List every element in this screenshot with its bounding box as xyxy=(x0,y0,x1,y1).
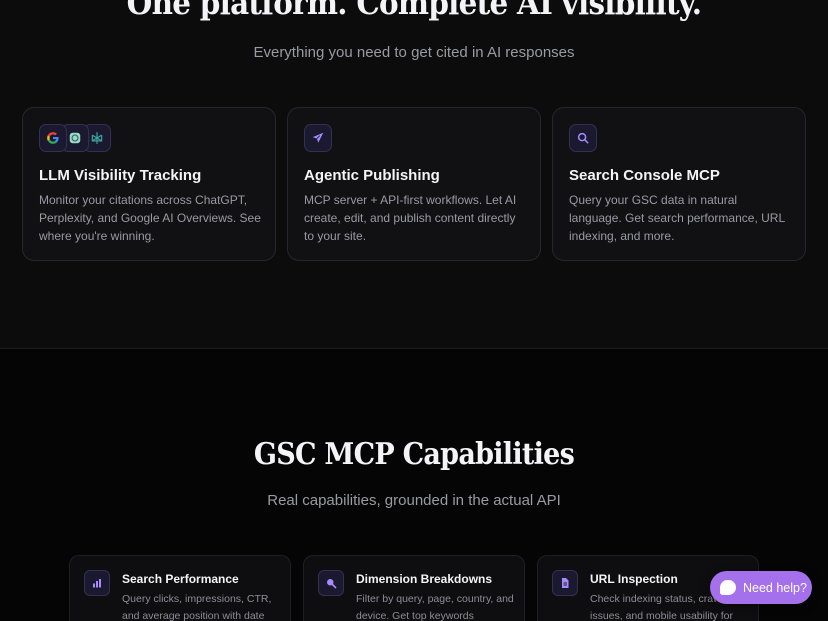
feature-title: Search Console MCP xyxy=(569,167,720,184)
need-help-label: Need help? xyxy=(743,580,807,595)
bar-chart-icon xyxy=(84,570,110,596)
need-help-button[interactable]: Need help? xyxy=(710,571,812,604)
capability-title: Dimension Breakdowns xyxy=(356,572,493,586)
document-icon xyxy=(552,570,578,596)
capabilities-section: GSC MCP Capabilities Real capabilities, … xyxy=(0,349,828,621)
google-icon xyxy=(39,124,67,152)
features-section: One platform. Complete AI visibility. Ev… xyxy=(0,0,828,348)
feature-description: Query your GSC data in natural language.… xyxy=(569,193,785,243)
feature-title: LLM Visibility Tracking xyxy=(39,167,202,184)
llm-logo-stack xyxy=(39,124,113,152)
capability-description: Filter by query, page, country, and devi… xyxy=(356,593,514,621)
hero-title: One platform. Complete AI visibility. xyxy=(126,0,702,22)
search-icon xyxy=(569,124,597,152)
feature-description: MCP server + API-first workflows. Let AI… xyxy=(304,193,517,243)
feature-card-llm-visibility: LLM Visibility Tracking Monitor your cit… xyxy=(22,107,276,261)
feature-card-search-console-mcp: Search Console MCP Query your GSC data i… xyxy=(552,107,806,261)
capabilities-subtitle: Real capabilities, grounded in the actua… xyxy=(267,492,561,509)
capability-title: URL Inspection xyxy=(590,572,678,586)
capability-card-search-performance: Search Performance Query clicks, impress… xyxy=(69,555,291,621)
feature-title: Agentic Publishing xyxy=(304,167,440,184)
chat-bubble-icon xyxy=(720,580,736,595)
feature-card-agentic-publishing: Agentic Publishing MCP server + API-firs… xyxy=(287,107,541,261)
capability-card-dimension-breakdowns: Dimension Breakdowns Filter by query, pa… xyxy=(303,555,525,621)
send-icon xyxy=(304,124,332,152)
feature-description: Monitor your citations across ChatGPT, P… xyxy=(39,193,261,243)
magnifier-icon xyxy=(318,570,344,596)
capability-description: Query clicks, impressions, CTR, and aver… xyxy=(122,593,272,621)
capabilities-title: GSC MCP Capabilities xyxy=(253,437,575,472)
page: One platform. Complete AI visibility. Ev… xyxy=(0,0,828,621)
capability-title: Search Performance xyxy=(122,572,239,586)
hero-subtitle: Everything you need to get cited in AI r… xyxy=(253,44,575,61)
